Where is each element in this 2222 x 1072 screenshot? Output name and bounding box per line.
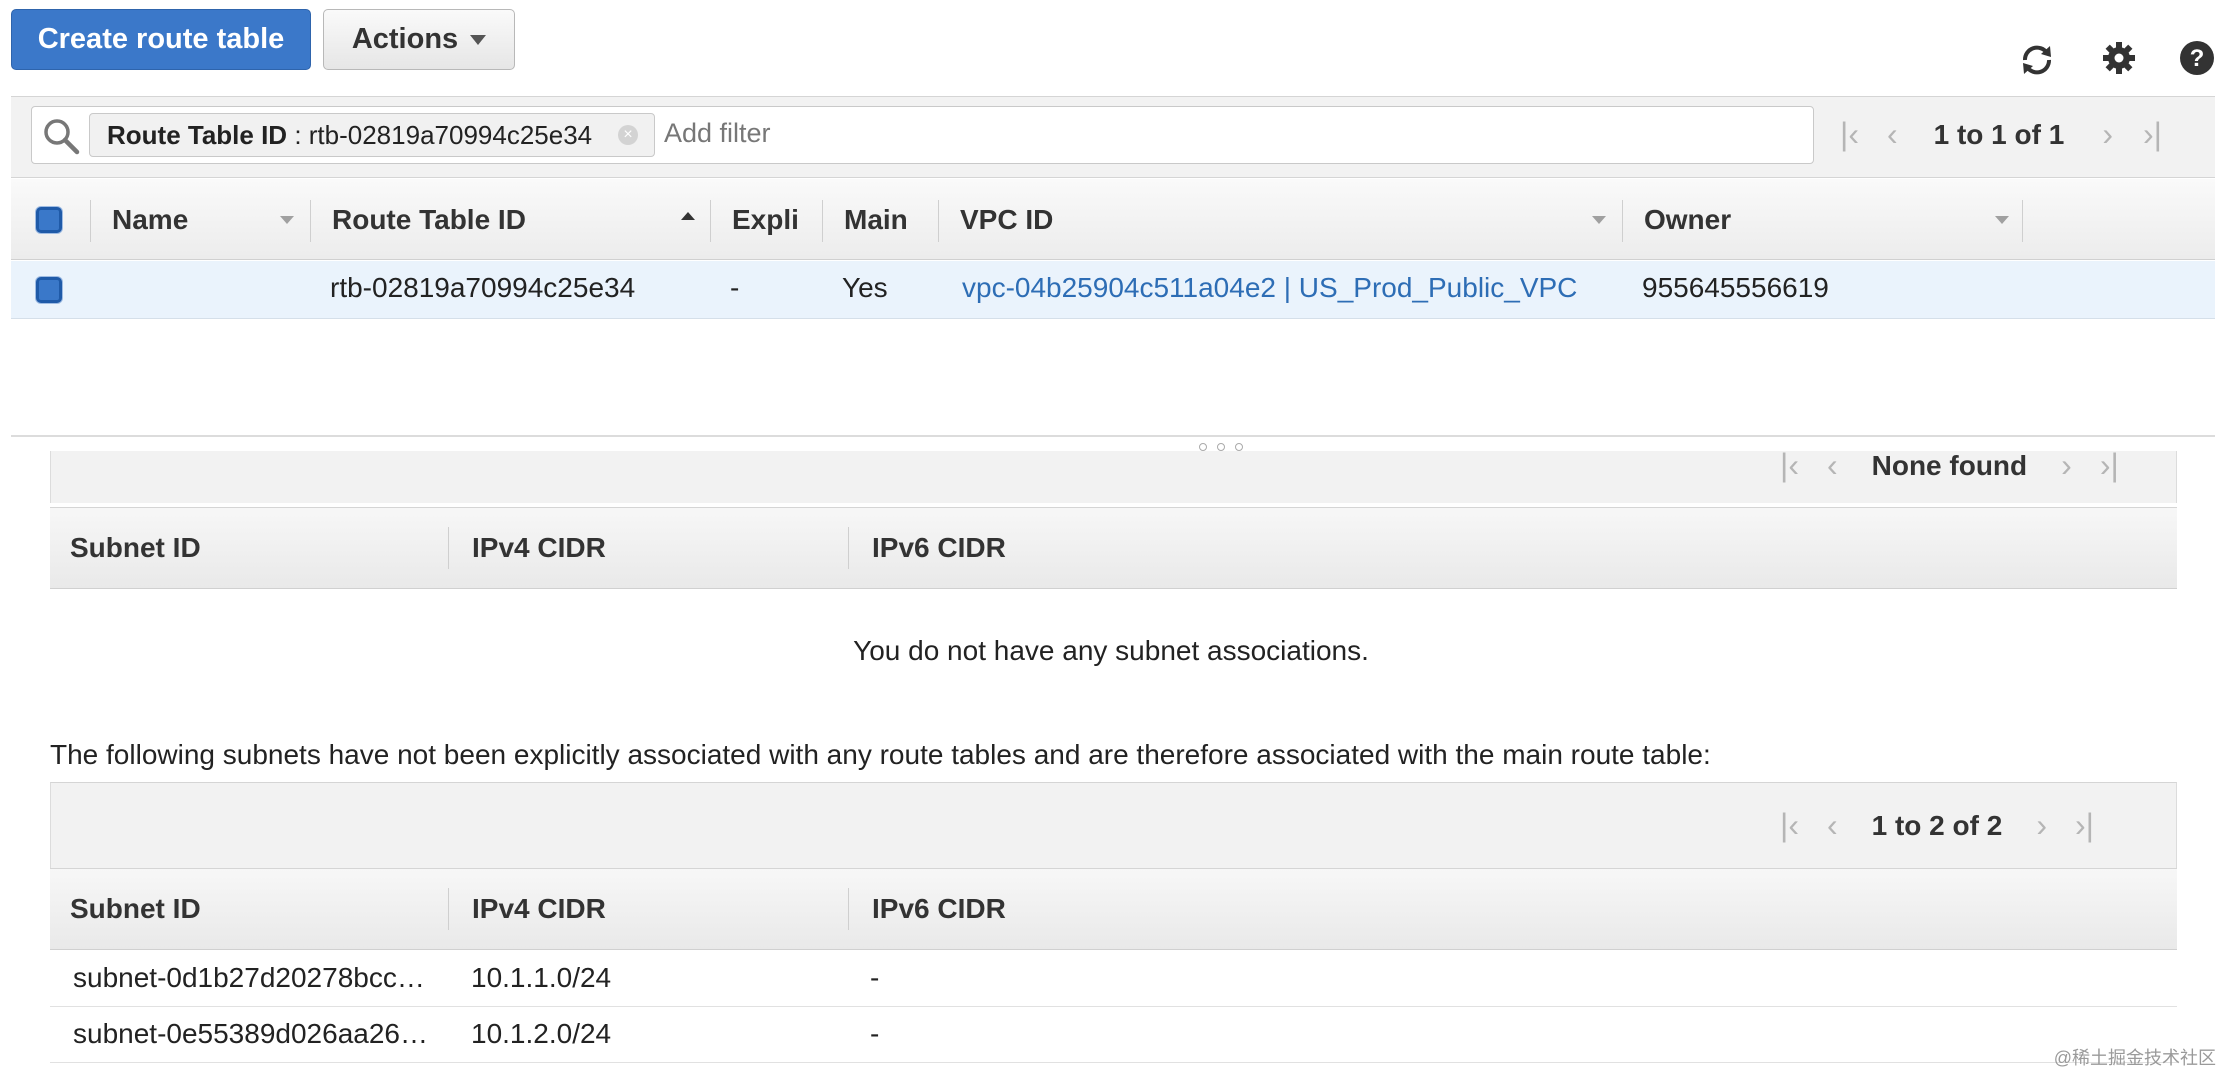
column-divider bbox=[2022, 200, 2023, 242]
search-icon bbox=[41, 116, 81, 161]
column-header-ipv6-cidr[interactable]: IPv6 CIDR bbox=[872, 532, 1006, 564]
next-page-icon[interactable]: › bbox=[2036, 807, 2047, 844]
column-divider bbox=[848, 527, 849, 569]
page-range-text: 1 to 1 of 1 bbox=[1933, 118, 2065, 150]
column-divider bbox=[1622, 200, 1623, 242]
explicit-assoc-pagination: |‹ ‹ None found › ›| bbox=[1780, 447, 2119, 484]
sort-down-icon[interactable] bbox=[1592, 216, 1606, 224]
subnet-id-link[interactable]: subnet-0d1b27d20278bcc… bbox=[73, 962, 425, 994]
actions-dropdown-button[interactable]: Actions bbox=[323, 9, 515, 70]
column-divider bbox=[90, 200, 91, 242]
empty-state-message: You do not have any subnet associations. bbox=[853, 635, 1369, 666]
actions-label: Actions bbox=[351, 23, 459, 55]
column-header-route-table-id[interactable]: Route Table ID bbox=[332, 204, 526, 236]
cell-ipv6-cidr: - bbox=[870, 1018, 880, 1049]
watermark-text: @稀土掘金技术社区 bbox=[2053, 1048, 2216, 1068]
column-divider bbox=[710, 200, 711, 242]
chevron-down-icon bbox=[470, 34, 487, 45]
filter-token-key: Route Table ID bbox=[107, 119, 288, 150]
column-divider bbox=[448, 527, 449, 569]
sort-down-icon[interactable] bbox=[280, 216, 294, 224]
settings-gear-icon[interactable] bbox=[2097, 36, 2141, 80]
explicit-assoc-header bbox=[50, 507, 2177, 589]
cell-main: Yes bbox=[842, 272, 888, 303]
next-page-icon[interactable]: › bbox=[2102, 116, 2113, 153]
cell-ipv4-cidr: 10.1.2.0/24 bbox=[471, 1018, 612, 1049]
svg-text:?: ? bbox=[2190, 45, 2205, 72]
prev-page-icon[interactable]: ‹ bbox=[1827, 447, 1838, 484]
main-assoc-pagination: |‹ ‹ 1 to 2 of 2 › ›| bbox=[1780, 807, 2094, 844]
last-page-icon[interactable]: ›| bbox=[2143, 116, 2162, 153]
column-header-subnet-id[interactable]: Subnet ID bbox=[70, 893, 201, 925]
refresh-icon[interactable] bbox=[2015, 38, 2059, 82]
column-divider bbox=[938, 200, 939, 242]
help-icon[interactable]: ? bbox=[2175, 36, 2219, 80]
vpc-id-link[interactable]: vpc-04b25904c511a04e2 | US_Prod_Public_V… bbox=[962, 272, 1577, 304]
column-header-name[interactable]: Name bbox=[112, 204, 188, 236]
page-range-text: None found bbox=[1871, 449, 2028, 481]
first-page-icon[interactable]: |‹ bbox=[1780, 807, 1799, 844]
filter-token[interactable]: Route Table ID : rtb-02819a70994c25e34 × bbox=[89, 113, 655, 157]
close-icon[interactable]: × bbox=[618, 125, 638, 145]
column-header-ipv4-cidr[interactable]: IPv4 CIDR bbox=[472, 532, 606, 564]
column-divider bbox=[822, 200, 823, 242]
column-divider bbox=[448, 888, 449, 930]
last-page-icon[interactable]: ›| bbox=[2100, 447, 2119, 484]
prev-page-icon[interactable]: ‹ bbox=[1887, 116, 1898, 153]
column-divider bbox=[310, 200, 311, 242]
cell-ipv4-cidr: 10.1.1.0/24 bbox=[471, 962, 612, 993]
main-route-table-note: The following subnets have not been expl… bbox=[50, 739, 1711, 770]
top-pagination: |‹ ‹ 1 to 1 of 1 › ›| bbox=[1840, 116, 2162, 153]
add-filter-input[interactable]: Add filter bbox=[664, 118, 771, 149]
panel-splitter[interactable] bbox=[11, 435, 2215, 437]
splitter-handle-icon[interactable] bbox=[1199, 443, 1243, 451]
cell-owner: 955645556619 bbox=[1642, 272, 1829, 303]
next-page-icon[interactable]: › bbox=[2061, 447, 2072, 484]
filter-token-separator: : bbox=[287, 119, 309, 150]
prev-page-icon[interactable]: ‹ bbox=[1827, 807, 1838, 844]
cell-explicit: - bbox=[730, 272, 740, 303]
filter-token-value: rtb-02819a70994c25e34 bbox=[308, 119, 593, 150]
sort-down-icon[interactable] bbox=[1995, 216, 2009, 224]
column-header-owner[interactable]: Owner bbox=[1644, 204, 1731, 236]
cell-route-table-id: rtb-02819a70994c25e34 bbox=[330, 272, 636, 303]
column-divider bbox=[848, 888, 849, 930]
column-header-vpc-id[interactable]: VPC ID bbox=[960, 204, 1053, 236]
last-page-icon[interactable]: ›| bbox=[2075, 807, 2094, 844]
column-header-subnet-id[interactable]: Subnet ID bbox=[70, 532, 201, 564]
cell-ipv6-cidr: - bbox=[870, 962, 880, 993]
first-page-icon[interactable]: |‹ bbox=[1780, 447, 1799, 484]
column-header-main[interactable]: Main bbox=[844, 204, 908, 236]
column-header-ipv4-cidr[interactable]: IPv4 CIDR bbox=[472, 893, 606, 925]
column-header-ipv6-cidr[interactable]: IPv6 CIDR bbox=[872, 893, 1006, 925]
column-header-explicit[interactable]: Expli bbox=[732, 204, 799, 236]
sort-up-icon[interactable] bbox=[681, 212, 695, 220]
main-assoc-header bbox=[50, 868, 2177, 950]
select-all-checkbox[interactable] bbox=[36, 207, 62, 233]
page-range-text: 1 to 2 of 2 bbox=[1871, 809, 2003, 841]
first-page-icon[interactable]: |‹ bbox=[1840, 116, 1859, 153]
create-route-table-button[interactable]: Create route table bbox=[11, 9, 311, 70]
row-checkbox[interactable] bbox=[36, 277, 62, 303]
subnet-id-link[interactable]: subnet-0e55389d026aa26… bbox=[73, 1018, 428, 1050]
